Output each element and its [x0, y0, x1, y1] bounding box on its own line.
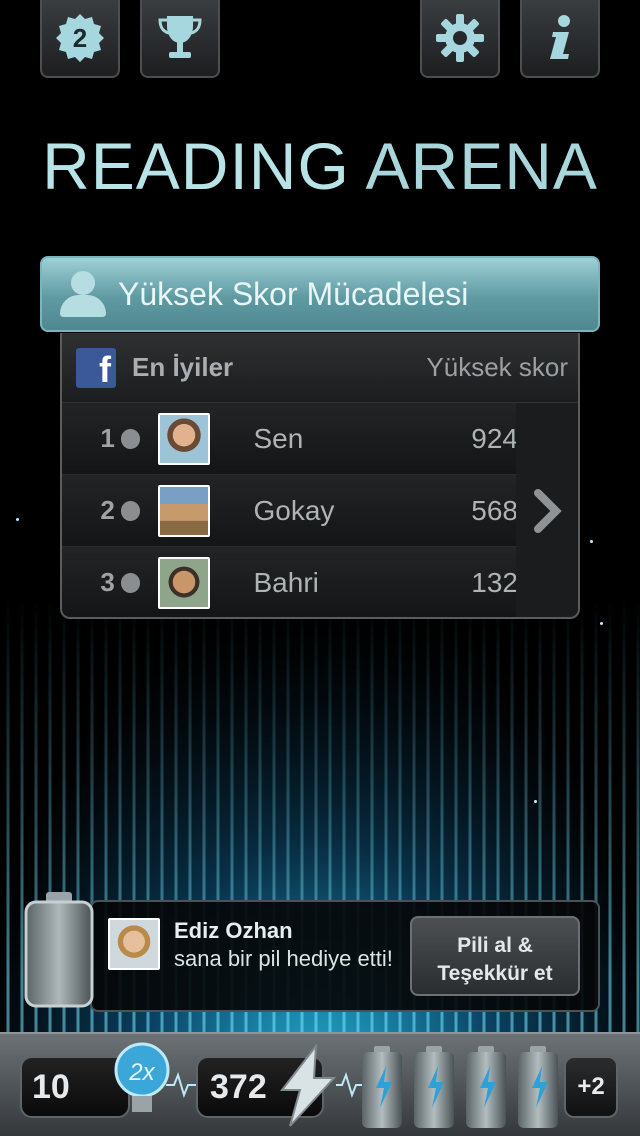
avatar [158, 412, 210, 465]
high-score-challenge-button[interactable]: Yüksek Skor Mücadelesi [40, 256, 600, 332]
avatar [158, 484, 210, 537]
extra-batteries-count: +2 [577, 1073, 605, 1100]
info-icon [550, 15, 570, 59]
title-arena: ARENA [349, 129, 598, 203]
star-sparkle [600, 622, 603, 625]
avatar [158, 556, 210, 609]
star-sparkle [590, 540, 593, 543]
chevron-right-icon [534, 489, 562, 533]
high-score-column-label: Yüksek skor [426, 352, 568, 382]
badge-icon: 2 [56, 14, 104, 62]
player-name: Bahri [253, 566, 319, 598]
lightning-icon [279, 1044, 337, 1127]
gift-message: sana bir pil hediye etti! [174, 946, 393, 971]
level-badge-button[interactable]: 2 [40, 0, 120, 78]
pulse-icon [166, 1071, 198, 1099]
leaderboard-row[interactable]: 1 Sen 924 [62, 403, 518, 475]
player-score: 924 [471, 422, 518, 454]
title-reading: READING [42, 129, 350, 203]
rank: 1 [100, 423, 115, 453]
accept-and-thank-button[interactable]: Pili al & Teşekkür et [410, 916, 580, 996]
star-sparkle [16, 518, 19, 521]
rank: 2 [100, 495, 115, 525]
extra-batteries-button[interactable]: +2 [564, 1056, 618, 1118]
trophy-icon [158, 16, 202, 58]
rank: 3 [100, 567, 115, 597]
word-count: 10 [32, 1067, 70, 1106]
player-name: Sen [253, 422, 304, 454]
facebook-icon: f [76, 347, 116, 388]
best-label: En İyiler [132, 352, 234, 382]
leaderboard-row[interactable]: 2 Gokay 568 [62, 475, 518, 547]
settings-button[interactable] [420, 0, 500, 78]
status-dot [120, 500, 141, 521]
status-dot [120, 428, 141, 449]
info-button[interactable] [520, 0, 600, 78]
battery-icon [24, 892, 94, 1008]
gear-icon [436, 14, 484, 62]
leaderboard-row[interactable]: 3 Bahri 132 [62, 547, 518, 617]
lightbulb-icon: 2x [114, 1042, 170, 1112]
button-label-line1: Pili al & [457, 934, 533, 957]
next-page-button[interactable] [516, 403, 578, 617]
energy-value: 372 [210, 1067, 267, 1106]
trophy-button[interactable] [140, 0, 220, 78]
multiplier: 2x [128, 1059, 155, 1086]
player-score: 132 [471, 566, 518, 598]
player-name: Gokay [253, 494, 335, 526]
bottom-status-bar: 10 2x 372 +2 [0, 1032, 640, 1136]
leaderboard-header: f En İyiler Yüksek skor [62, 333, 578, 403]
badge-number: 2 [73, 23, 87, 53]
user-icon [60, 271, 106, 317]
app-title: READING ARENA [0, 128, 640, 204]
battery-slots [362, 1046, 558, 1128]
sender-avatar [108, 918, 160, 970]
sender-name: Ediz Ozhan [174, 918, 293, 943]
gift-notification: Ediz Ozhan sana bir pil hediye etti! Pil… [90, 900, 600, 1012]
star-sparkle [534, 800, 537, 803]
leaderboard: f En İyiler Yüksek skor 1 Sen 924 2 Goka… [60, 333, 580, 619]
player-score: 568 [471, 494, 518, 526]
button-label-line2: Teşekkür et [437, 962, 553, 985]
high-score-title: Yüksek Skor Mücadelesi [118, 275, 469, 312]
status-dot [120, 572, 141, 593]
